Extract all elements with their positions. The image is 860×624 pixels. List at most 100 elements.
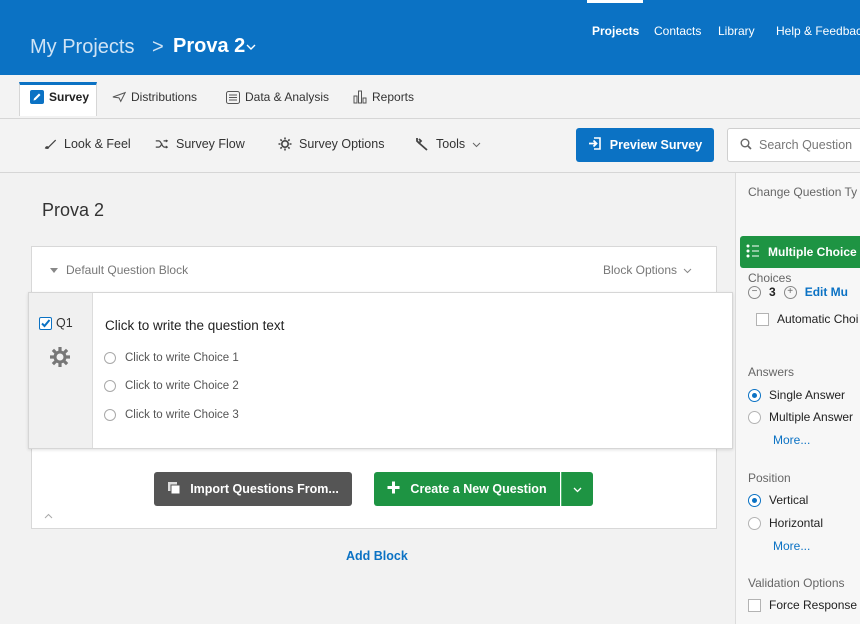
force-response-option[interactable]: Force Response bbox=[748, 598, 857, 612]
look-feel-button[interactable]: Look & Feel bbox=[43, 137, 131, 151]
tab-reports-label: Reports bbox=[372, 90, 415, 104]
survey-options-label: Survey Options bbox=[299, 137, 385, 151]
question-number: Q1 bbox=[56, 316, 73, 330]
block-header[interactable]: Default Question Block bbox=[50, 263, 188, 277]
choice-label: Click to write Choice 1 bbox=[125, 352, 239, 364]
block-name: Default Question Block bbox=[66, 263, 189, 277]
block-options-menu[interactable]: Block Options bbox=[603, 263, 692, 277]
breadcrumb-current-project[interactable]: Prova 2 bbox=[173, 35, 245, 58]
radio-button bbox=[104, 409, 116, 421]
paintbrush-icon bbox=[43, 137, 57, 151]
survey-flow-label: Survey Flow bbox=[176, 137, 245, 151]
pencil-icon bbox=[30, 90, 44, 104]
collapse-triangle-icon bbox=[50, 263, 58, 277]
checkbox[interactable] bbox=[756, 312, 769, 326]
answers-label: Answers bbox=[748, 365, 795, 379]
breadcrumb-my-projects[interactable]: My Projects bbox=[30, 36, 134, 59]
radio-button bbox=[104, 380, 116, 392]
copy-icon bbox=[167, 481, 181, 498]
multiple-answer-label: Multiple Answer bbox=[769, 410, 854, 424]
block-options-label: Block Options bbox=[603, 263, 678, 277]
tools-menu-button[interactable]: Tools bbox=[415, 137, 481, 151]
validation-options-label: Validation Options bbox=[748, 576, 845, 590]
bar-chart-icon bbox=[353, 90, 367, 104]
import-questions-label: Import Questions From... bbox=[190, 482, 339, 496]
chevron-down-icon bbox=[683, 263, 692, 277]
choices-label: Choices bbox=[748, 271, 792, 285]
import-questions-button[interactable]: Import Questions From... bbox=[154, 472, 352, 506]
look-feel-label: Look & Feel bbox=[64, 137, 131, 151]
choice-option[interactable]: Click to write Choice 1 bbox=[104, 352, 239, 364]
tab-survey-label: Survey bbox=[49, 90, 90, 104]
vertical-label: Vertical bbox=[769, 493, 809, 507]
radio-button bbox=[104, 352, 116, 364]
create-question-label: Create a New Question bbox=[410, 482, 547, 496]
active-nav-indicator bbox=[587, 0, 643, 3]
nav-help-feedback[interactable]: Help & Feedbac bbox=[776, 24, 860, 38]
tab-survey[interactable]: Survey bbox=[30, 90, 89, 104]
preview-survey-label: Preview Survey bbox=[609, 138, 703, 152]
answers-more-link[interactable]: More... bbox=[773, 433, 810, 447]
survey-options-button[interactable]: Survey Options bbox=[278, 137, 384, 151]
nav-library[interactable]: Library bbox=[718, 24, 755, 38]
radio-button-selected[interactable] bbox=[748, 388, 761, 402]
radio-button-selected[interactable] bbox=[748, 493, 761, 507]
plus-icon bbox=[387, 481, 400, 497]
chevron-down-icon bbox=[472, 137, 481, 151]
automatic-choices-label: Automatic Choi bbox=[777, 312, 859, 326]
wrench-icon bbox=[415, 137, 429, 151]
shuffle-icon bbox=[155, 137, 169, 151]
single-answer-option[interactable]: Single Answer bbox=[748, 388, 845, 402]
gear-icon[interactable] bbox=[48, 345, 72, 369]
choice-option[interactable]: Click to write Choice 2 bbox=[104, 380, 239, 392]
multiple-answer-option[interactable]: Multiple Answer bbox=[748, 410, 853, 424]
question-text[interactable]: Click to write the question text bbox=[105, 318, 284, 333]
survey-title[interactable]: Prova 2 bbox=[42, 200, 104, 221]
list-icon bbox=[226, 90, 240, 104]
choice-label: Click to write Choice 2 bbox=[125, 380, 239, 392]
vertical-position-option[interactable]: Vertical bbox=[748, 493, 808, 507]
survey-flow-button[interactable]: Survey Flow bbox=[155, 137, 245, 151]
tab-data-analysis[interactable]: Data & Analysis bbox=[226, 90, 329, 104]
single-answer-label: Single Answer bbox=[769, 388, 846, 402]
breadcrumb-separator: > bbox=[152, 36, 164, 58]
question-select-checkbox[interactable] bbox=[39, 317, 52, 330]
choice-option[interactable]: Click to write Choice 3 bbox=[104, 409, 239, 421]
checkbox[interactable] bbox=[748, 598, 761, 612]
change-question-type-label: Change Question Ty bbox=[748, 185, 858, 199]
question-card[interactable] bbox=[28, 292, 733, 449]
tab-distributions[interactable]: Distributions bbox=[112, 90, 197, 104]
position-more-link[interactable]: More... bbox=[773, 539, 810, 553]
tools-label: Tools bbox=[436, 137, 466, 151]
nav-contacts[interactable]: Contacts bbox=[654, 24, 701, 38]
preview-icon bbox=[588, 137, 602, 153]
create-question-dropdown[interactable] bbox=[561, 472, 593, 506]
question-type-label: Multiple Choice bbox=[768, 245, 857, 259]
search-questions-input[interactable]: Search Question bbox=[727, 128, 860, 162]
edit-multiple-link[interactable]: Edit Mu bbox=[805, 285, 848, 299]
chevron-down-icon bbox=[573, 480, 582, 498]
search-icon bbox=[740, 138, 752, 153]
minus-icon[interactable]: − bbox=[748, 285, 761, 299]
chevron-down-icon[interactable] bbox=[246, 39, 256, 54]
position-label: Position bbox=[748, 471, 791, 485]
gear-icon bbox=[278, 137, 292, 151]
radio-button[interactable] bbox=[748, 516, 761, 530]
create-question-button[interactable]: Create a New Question bbox=[374, 472, 560, 506]
choices-count: 3 bbox=[769, 285, 776, 299]
search-placeholder: Search Question bbox=[759, 138, 853, 152]
force-response-label: Force Response bbox=[769, 598, 858, 612]
automatic-choices-option[interactable]: Automatic Choi bbox=[756, 312, 858, 326]
choices-stepper[interactable]: − 3 + Edit Mu bbox=[748, 285, 848, 299]
chevron-up-icon[interactable] bbox=[44, 506, 53, 524]
tab-reports[interactable]: Reports bbox=[353, 90, 414, 104]
nav-projects[interactable]: Projects bbox=[592, 24, 639, 38]
radio-button[interactable] bbox=[748, 410, 761, 424]
question-type-button[interactable]: Multiple Choice bbox=[740, 236, 860, 268]
plus-icon[interactable]: + bbox=[783, 285, 797, 299]
choice-label: Click to write Choice 3 bbox=[125, 409, 239, 421]
preview-survey-button[interactable]: Preview Survey bbox=[576, 128, 714, 162]
tab-distributions-label: Distributions bbox=[131, 90, 198, 104]
horizontal-position-option[interactable]: Horizontal bbox=[748, 516, 823, 530]
add-block-link[interactable]: Add Block bbox=[346, 549, 408, 563]
